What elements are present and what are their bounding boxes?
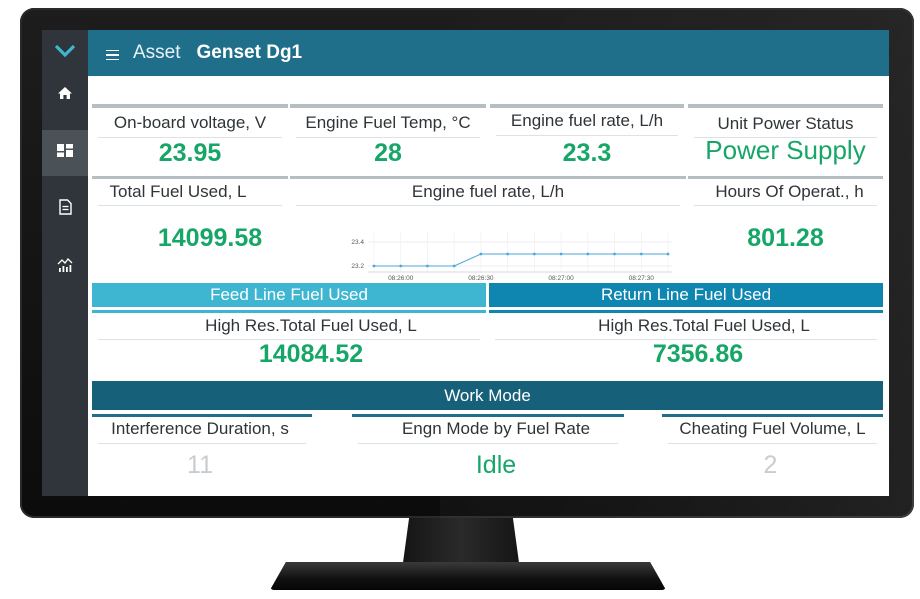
data-point	[613, 252, 616, 256]
data-point	[666, 252, 670, 256]
data-point	[506, 252, 510, 256]
sidebar-item-analytics[interactable]	[42, 244, 88, 290]
tile-value: 28	[374, 139, 402, 167]
tile-label: Engn Mode by Fuel Rate	[401, 419, 591, 438]
dashboard-icon	[57, 144, 73, 162]
tile-label: Total Fuel Used, L	[109, 182, 247, 201]
tile-value: 14099.58	[157, 224, 263, 252]
data-point	[559, 252, 563, 256]
data-point	[532, 252, 536, 256]
x-tick-label: 08:27:00	[548, 275, 574, 280]
data-point	[399, 264, 403, 268]
tile-label: High Res.Total Fuel Used, L	[205, 316, 417, 335]
analytics-icon	[57, 257, 73, 278]
tile-value: 7356.86	[652, 340, 744, 368]
tile-value: 801.28	[747, 224, 824, 252]
tile-hours-of-operation: Hours Of Operat., h 801.28	[688, 176, 883, 280]
feed-line-header: Feed Line Fuel Used	[92, 283, 486, 307]
data-point	[426, 264, 429, 268]
page-title: Genset Dg1	[196, 42, 303, 63]
tile-label: Cheating Fuel Volume, L	[679, 419, 866, 438]
tile-value: 14084.52	[258, 340, 364, 368]
tile-value: Idle	[475, 451, 517, 479]
data-point	[586, 252, 590, 256]
tile-onboard-voltage: On-board voltage, V 23.95	[92, 104, 288, 176]
monitor-stand-base	[270, 562, 666, 590]
line-chart[interactable]: 23.2 23.4 08:26:00 08:26:30 08:27:00 08:27:30	[290, 176, 686, 280]
tile-unit-power-status: Unit Power Status Power Supply	[688, 104, 883, 176]
breadcrumb-section[interactable]: Asset	[133, 42, 181, 64]
tile-value: Power Supply	[705, 135, 866, 165]
sidebar-item-dashboard[interactable]	[42, 130, 88, 176]
work-mode-header: Work Mode	[92, 381, 883, 410]
data-point	[639, 252, 643, 256]
tile-label: Interference Duration, s	[111, 419, 289, 438]
tile-interference-duration: Interference Duration, s 11	[92, 414, 312, 484]
tile-return-high-res-fuel: High Res.Total Fuel Used, L 7356.86	[489, 310, 883, 368]
y-tick-label: 23.2	[351, 263, 364, 270]
data-point	[479, 252, 483, 256]
x-tick-label: 08:26:00	[388, 275, 414, 280]
series-line	[374, 253, 668, 267]
tile-label: Engine Fuel Temp, °C	[305, 113, 471, 132]
tile-label: High Res.Total Fuel Used, L	[598, 316, 810, 335]
y-tick-label: 23.4	[351, 239, 364, 246]
tile-engine-mode: Engn Mode by Fuel Rate Idle	[352, 414, 624, 484]
chart-engine-fuel-rate: Engine fuel rate, L/h 23.2 23.4 08:26:00 08…	[290, 176, 686, 280]
tile-label: On-board voltage, V	[113, 113, 267, 132]
tile-engine-fuel-rate: Engine fuel rate, L/h 23.3	[490, 104, 684, 176]
tile-label: Engine fuel rate, L/h	[510, 111, 664, 130]
tile-engine-fuel-temp: Engine Fuel Temp, °C 28	[290, 104, 486, 176]
home-icon	[57, 86, 73, 105]
logo-chevron-icon[interactable]	[42, 30, 88, 72]
tile-feed-high-res-fuel: High Res.Total Fuel Used, L 14084.52	[92, 310, 486, 368]
tile-total-fuel-used: Total Fuel Used, L 14099.58	[92, 176, 288, 280]
tile-value: 23.3	[562, 139, 612, 167]
data-point	[372, 264, 376, 268]
tile-value: 2	[763, 451, 778, 479]
tile-cheating-fuel-volume: Cheating Fuel Volume, L 2	[662, 414, 883, 484]
x-tick-label: 08:26:30	[468, 275, 494, 280]
return-line-header: Return Line Fuel Used	[489, 283, 883, 307]
hamburger-menu-icon[interactable]	[106, 49, 119, 61]
screen: Asset Genset Dg1 On-board voltage, V 23.…	[42, 30, 889, 496]
top-bar: Asset Genset Dg1	[88, 30, 889, 76]
tile-label: Unit Power Status	[717, 114, 854, 133]
tile-value: 23.95	[158, 139, 222, 167]
x-tick-label: 08:27:30	[629, 275, 655, 280]
tile-label: Hours Of Operat., h	[715, 182, 864, 201]
sidebar	[42, 30, 88, 496]
tile-value: 11	[187, 451, 213, 479]
data-point	[452, 264, 456, 268]
sidebar-item-home[interactable]	[42, 72, 88, 118]
